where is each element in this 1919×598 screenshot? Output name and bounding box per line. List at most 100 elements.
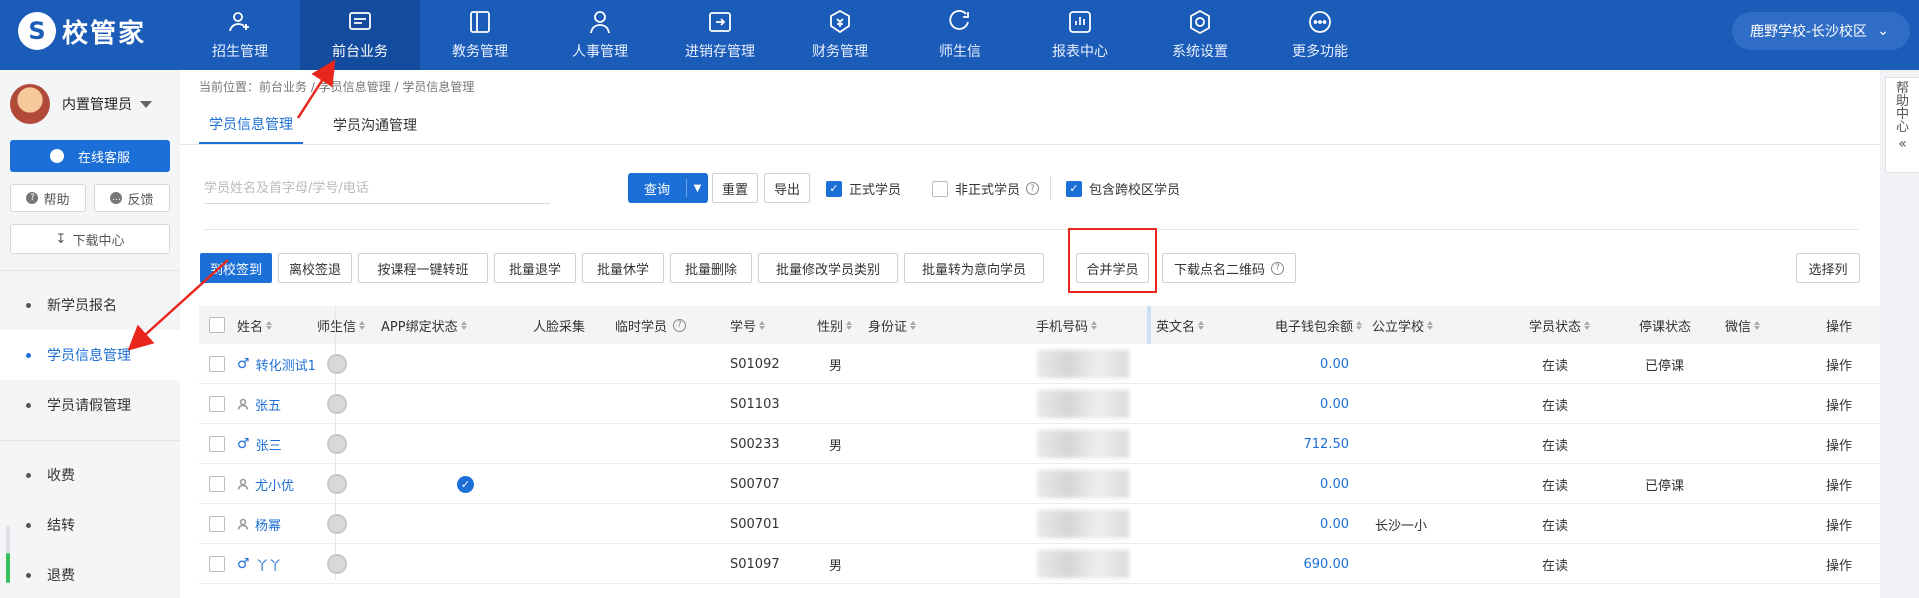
nav-item[interactable]: 师生信 <box>900 0 1020 70</box>
column-header-label: 微信 <box>1725 319 1752 335</box>
column-header-wallet[interactable]: 电子钱包余额 <box>1275 306 1363 344</box>
student-name-link[interactable]: ♂ 丫丫 <box>237 544 282 584</box>
nav-item[interactable]: 前台业务 <box>300 0 420 70</box>
table-row[interactable]: 杨幂 S00701 0.00 长沙一小 在读 操作 <box>199 504 1880 544</box>
row-checkbox[interactable] <box>209 384 232 424</box>
public-school-cell: 长沙一小 <box>1375 518 1428 534</box>
column-header-temp: 临时学员? <box>615 306 687 344</box>
batch-category-button[interactable]: 批量修改学员类别 <box>758 253 898 283</box>
column-header-id-card[interactable]: 身份证 <box>868 306 917 344</box>
column-header-ops: 操作 <box>1826 319 1853 335</box>
help-center-tab[interactable]: 帮 助 中 心 « <box>1885 77 1919 173</box>
wallet-balance-link[interactable]: 0.00 <box>1259 344 1349 384</box>
wallet-balance-link[interactable]: 0.00 <box>1259 464 1349 504</box>
report-icon <box>1067 9 1093 35</box>
row-ops-menu[interactable]: 操作 <box>1826 384 1852 424</box>
select-all-checkbox[interactable] <box>209 306 232 344</box>
column-header-wechat-teacher[interactable]: 师生信 <box>317 306 366 344</box>
school-selector[interactable]: 鹿野学校-长沙校区 ⌄ <box>1732 12 1910 50</box>
column-header-public-school[interactable]: 公立学校 <box>1372 306 1434 344</box>
student-name-link[interactable]: 张五 <box>237 384 281 424</box>
student-name-link[interactable]: 尤小优 <box>237 464 294 504</box>
question-icon[interactable]: ? <box>673 318 687 332</box>
sidebar-item-new-enroll[interactable]: 新学员报名 <box>0 280 180 330</box>
reset-button[interactable]: 重置 <box>712 173 758 203</box>
table-row[interactable]: ♂ 张三 S00233 男 712.50 在读 操作 <box>199 424 1880 464</box>
select-columns-button[interactable]: 选择列 <box>1796 253 1860 283</box>
online-service-button[interactable]: 在线客服 <box>10 140 170 172</box>
feedback-button[interactable]: … 反馈 <box>94 184 170 212</box>
row-ops-menu[interactable]: 操作 <box>1826 424 1852 464</box>
table-row[interactable]: 张五 S01103 0.00 在读 操作 <box>199 384 1880 424</box>
qrcode-download-button[interactable]: 下载点名二维码 ? <box>1162 253 1296 283</box>
row-checkbox[interactable] <box>209 504 232 544</box>
batch-withdraw-button[interactable]: 批量退学 <box>494 253 576 283</box>
row-checkbox[interactable] <box>209 464 232 504</box>
column-header-app-status[interactable]: APP绑定状态 <box>381 306 467 344</box>
sidebar-item-student-info[interactable]: 学员信息管理 <box>0 330 180 380</box>
column-resize-handle[interactable] <box>1147 306 1151 344</box>
tab-student-info[interactable]: 学员信息管理 <box>199 106 303 144</box>
chat-icon <box>49 149 64 163</box>
redacted-phone <box>1037 350 1129 378</box>
column-header-name[interactable]: 姓名 <box>237 306 273 344</box>
nav-item[interactable]: 财务管理 <box>780 0 900 70</box>
wechat-status-icon <box>327 514 347 534</box>
row-ops-menu[interactable]: 操作 <box>1826 464 1852 504</box>
nav-item[interactable]: 报表中心 <box>1020 0 1140 70</box>
row-checkbox[interactable] <box>209 424 232 464</box>
row-ops-menu[interactable]: 操作 <box>1826 544 1852 584</box>
search-input[interactable] <box>204 174 550 204</box>
tab-student-communication[interactable]: 学员沟通管理 <box>323 106 427 144</box>
row-checkbox[interactable] <box>209 544 232 584</box>
column-header-gender[interactable]: 性别 <box>817 306 853 344</box>
nav-item[interactable]: 招生管理 <box>180 0 300 70</box>
official-student-checkbox[interactable]: ✓ 正式学员 <box>826 179 901 198</box>
sidebar-item-refund[interactable]: 退费 <box>0 550 180 598</box>
app-logo[interactable]: S 校管家 <box>18 12 146 50</box>
batch-suspend-button[interactable]: 批量休学 <box>582 253 664 283</box>
student-name-link[interactable]: ♂ 转化测试1 <box>237 344 316 384</box>
column-header-wechat[interactable]: 微信 <box>1725 306 1761 344</box>
query-button[interactable]: 查询 ▼ <box>628 173 708 203</box>
nav-item[interactable]: 更多功能 <box>1260 0 1380 70</box>
batch-intent-button[interactable]: 批量转为意向学员 <box>904 253 1044 283</box>
help-button[interactable]: ? 帮助 <box>10 184 86 212</box>
table-row[interactable]: ♂ 丫丫 S01097 男 690.00 在读 操作 <box>199 544 1880 584</box>
wallet-balance-link[interactable]: 0.00 <box>1259 384 1349 424</box>
nav-item[interactable]: 教务管理 <box>420 0 540 70</box>
row-ops-menu[interactable]: 操作 <box>1826 344 1852 384</box>
nav-item[interactable]: 进销存管理 <box>660 0 780 70</box>
wallet-balance-link[interactable]: 0.00 <box>1259 504 1349 544</box>
checkout-button[interactable]: 离校签退 <box>278 253 352 283</box>
batch-delete-button[interactable]: 批量删除 <box>670 253 752 283</box>
row-ops-menu[interactable]: 操作 <box>1826 504 1852 544</box>
column-header-english-name[interactable]: 英文名 <box>1156 306 1205 344</box>
student-name-link[interactable]: 杨幂 <box>237 504 281 544</box>
top-navbar: S 校管家 招生管理 前台业务 教务管理 人事管理 进销存管理 财务管理 师生信 报表中心 系统… <box>0 0 1919 70</box>
sidebar-item-leave[interactable]: 学员请假管理 <box>0 380 180 430</box>
download-center-button[interactable]: ↧ 下载中心 <box>10 224 170 254</box>
question-icon[interactable]: ? <box>1026 182 1040 195</box>
unofficial-student-checkbox[interactable]: 非正式学员 ? <box>932 179 1040 198</box>
nav-item[interactable]: 人事管理 <box>540 0 660 70</box>
checkin-button[interactable]: 到校签到 <box>200 253 272 283</box>
table-row[interactable]: ♂ 转化测试1 S01092 男 0.00 在读 已停课 操作 <box>199 344 1880 384</box>
transfer-class-button[interactable]: 按课程一键转班 <box>358 253 488 283</box>
column-header-status[interactable]: 学员状态 <box>1529 306 1591 344</box>
sidebar-item-carryover[interactable]: 结转 <box>0 500 180 550</box>
table-row[interactable]: 尤小优 ✓ S00707 0.00 在读 已停课 操作 <box>199 464 1880 504</box>
chevron-down-icon[interactable]: ▼ <box>687 183 708 194</box>
sidebar-scrollbar[interactable] <box>6 525 10 583</box>
student-name-link[interactable]: ♂ 张三 <box>237 424 282 464</box>
wallet-balance-link[interactable]: 690.00 <box>1259 544 1350 584</box>
row-checkbox[interactable] <box>209 344 232 384</box>
cross-campus-checkbox[interactable]: ✓ 包含跨校区学员 <box>1066 179 1180 198</box>
sidebar-item-charge[interactable]: 收费 <box>0 450 180 500</box>
wallet-balance-link[interactable]: 712.50 <box>1259 424 1350 464</box>
column-header-student-no[interactable]: 学号 <box>730 306 766 344</box>
nav-item[interactable]: 系统设置 <box>1140 0 1260 70</box>
column-header-phone[interactable]: 手机号码 <box>1036 306 1098 344</box>
user-menu[interactable]: 内置管理员 <box>10 84 152 124</box>
export-button[interactable]: 导出 <box>764 173 810 203</box>
